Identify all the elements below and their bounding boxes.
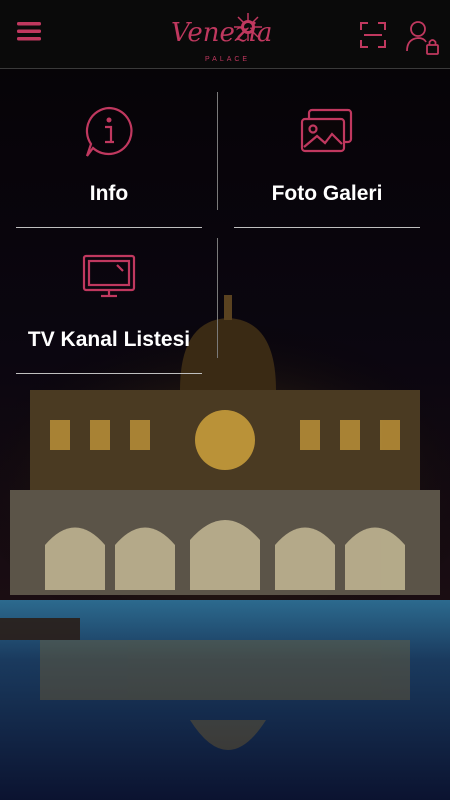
logo-script-text: Venezia [171,18,273,48]
info-bubble-icon [79,102,139,162]
tile-photo-gallery[interactable]: Foto Galeri [234,82,420,228]
tile-tv-channels[interactable]: TV Kanal Listesi [16,228,202,374]
vertical-divider [217,238,218,358]
horizontal-divider [16,373,202,374]
vertical-divider [217,92,218,210]
horizontal-divider [16,227,202,228]
horizontal-divider [234,227,420,228]
tile-photo-gallery-label: Foto Galeri [271,182,383,205]
qr-scan-icon[interactable] [356,18,390,52]
venezia-palace-logo: Venezia PALACE [165,8,280,68]
tile-info-label: Info [89,182,129,205]
tile-info[interactable]: Info [16,82,202,228]
photo-gallery-icon [297,102,357,162]
tv-icon [79,248,139,308]
top-app-bar: Venezia PALACE [0,0,450,69]
hamburger-menu-icon[interactable] [12,14,46,48]
tile-tv-channels-label: TV Kanal Listesi [27,328,191,351]
logo-subtitle: PALACE [205,56,251,63]
user-lock-icon[interactable] [404,18,442,56]
